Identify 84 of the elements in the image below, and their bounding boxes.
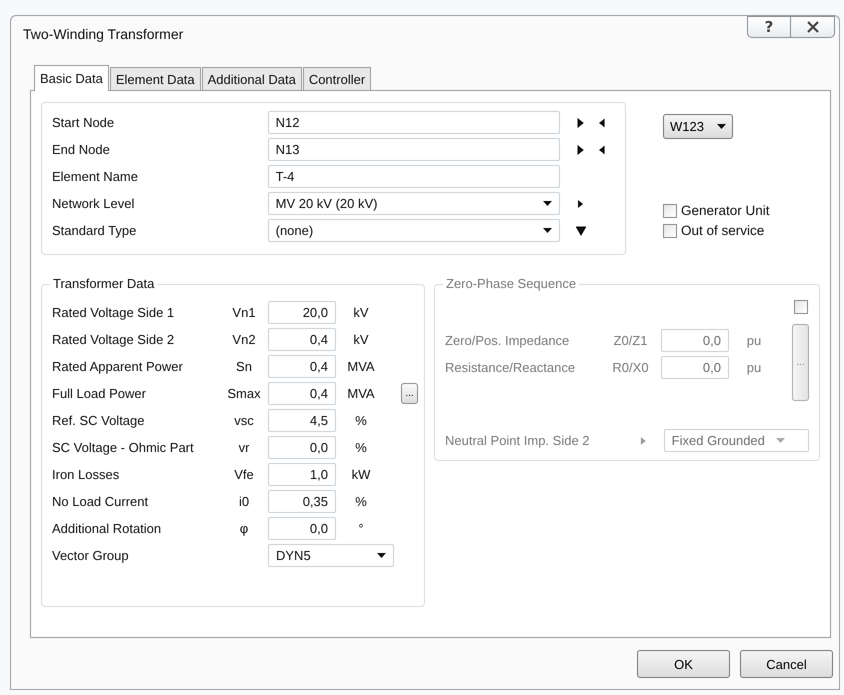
tab[interactable]: Controller [302,67,372,90]
dropdown[interactable]: DYN5 [268,544,394,567]
variant-dropdown[interactable]: W123 [663,114,733,139]
field-label: Full Load Power [52,386,147,401]
field-label: SC Voltage - Ohmic Part [52,440,195,455]
input-field[interactable]: 0,35 [268,490,336,513]
caret-icon [717,124,726,129]
input-field[interactable]: N13 [268,138,560,161]
group-title: Transformer Data [50,276,158,291]
input-field[interactable]: N12 [268,111,560,134]
dropdown[interactable]: Fixed Grounded [664,429,809,452]
dropdown[interactable]: MV 20 kV (20 kV) [268,192,560,215]
field-label: Neutral Point Imp. Side 2 [445,433,591,448]
symbol-label: Smax [226,386,262,401]
input-field[interactable]: 0,0 [661,329,729,352]
field-label: Element Name [52,169,139,184]
field-label: Network Level [52,196,136,211]
tab[interactable]: Element Data [110,67,201,90]
unit-label: % [354,440,368,455]
input-field[interactable]: 0,0 [661,356,729,379]
field-label: Rated Voltage Side 1 [52,305,176,320]
unit-label: MVA [346,386,376,401]
arrow-down-icon[interactable] [575,226,588,236]
unit-label: % [354,413,368,428]
checkbox-label: Out of service [681,223,764,238]
unit-label: pu [746,333,762,348]
input-field[interactable]: 0,0 [268,436,336,459]
input-field[interactable]: 4,5 [268,409,336,432]
unit-label: kW [350,467,372,482]
caret-icon [543,228,552,233]
field-label: No Load Current [52,494,150,509]
input-field[interactable]: 0,4 [268,328,336,351]
close-button[interactable] [791,16,835,38]
field-label: End Node [52,142,111,157]
symbol-label: vsc [233,413,255,428]
checkbox[interactable] [663,204,677,218]
input-field[interactable]: 0,0 [268,517,336,540]
ok-button[interactable]: OK [637,650,730,678]
cancel-button[interactable]: Cancel [740,650,833,678]
close-icon [806,21,820,33]
symbol-label: Vn1 [231,305,257,320]
field-label: Zero/Pos. Impedance [445,333,570,348]
unit-label: % [354,494,368,509]
symbol-label: Vn2 [231,332,257,347]
symbol-label: Z0/Z1 [612,333,648,348]
dropdown[interactable]: (none) [268,219,560,242]
input-field[interactable]: 20,0 [268,301,336,324]
field-label: Standard Type [52,223,138,238]
arrow-right-icon[interactable] [575,198,586,208]
unit-label: kV [352,305,370,320]
input-field[interactable]: T-4 [268,165,560,188]
unit-label: ° [357,521,365,536]
field-label: Additional Rotation [52,521,162,536]
field-label: Start Node [52,115,116,130]
field-label: Iron Losses [52,467,120,482]
field-label: Rated Voltage Side 2 [52,332,176,347]
symbol-label: vr [238,440,250,455]
caret-icon [776,438,785,443]
field-label: Ref. SC Voltage [52,413,146,428]
group-title: Zero-Phase Sequence [443,276,580,291]
help-button[interactable]: ? [747,16,791,38]
symbol-label: Sn [235,359,253,374]
tab[interactable]: Additional Data [202,67,302,90]
symbol-label: i0 [238,494,250,509]
unit-label: pu [746,360,762,375]
caret-icon [377,553,386,558]
caret-icon [543,201,552,206]
input-field[interactable]: 0,4 [268,382,336,405]
symbol-label: φ [238,521,250,536]
field-label: Resistance/Reactance [445,360,576,375]
checkbox-label: Generator Unit [681,203,770,218]
ellipsis-button[interactable]: ... [401,383,418,404]
checkbox[interactable] [794,300,808,314]
input-field[interactable]: 1,0 [268,463,336,486]
window-title: Two-Winding Transformer [23,26,184,42]
unit-label: kV [352,332,370,347]
tab[interactable]: Basic Data [34,65,109,91]
input-field[interactable]: 0,4 [268,355,336,378]
symbol-label: R0/X0 [611,360,650,375]
field-label: Rated Apparent Power [52,359,184,374]
field-label: Vector Group [52,548,130,563]
symbol-label: Vfe [233,467,255,482]
checkbox[interactable] [663,224,677,238]
unit-label: MVA [346,359,376,374]
